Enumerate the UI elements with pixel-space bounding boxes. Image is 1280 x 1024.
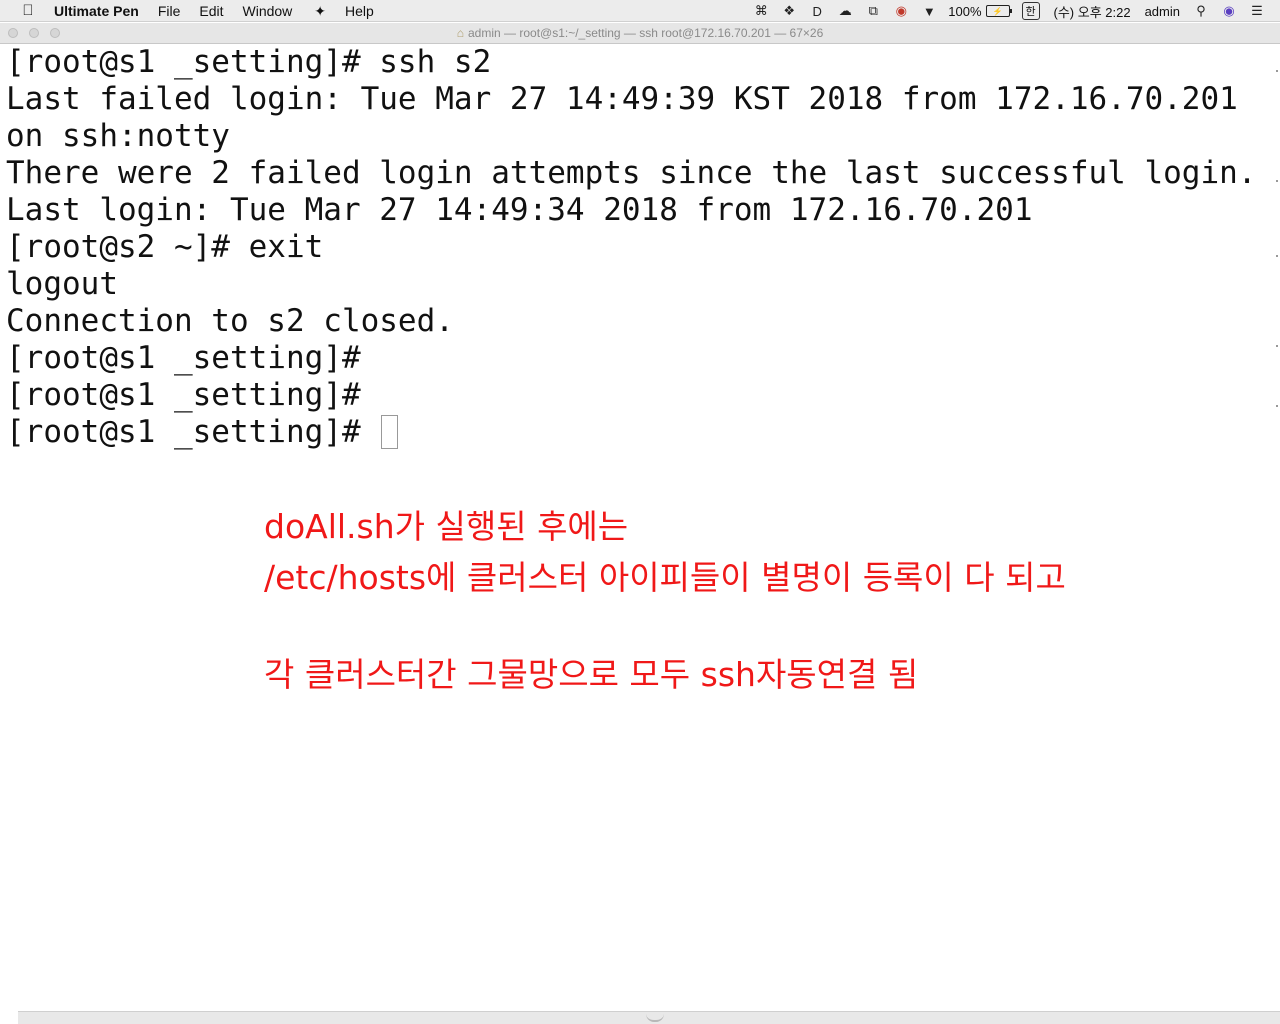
- scroll-marker: [1276, 70, 1278, 72]
- scroll-marker: [1276, 255, 1278, 257]
- input-method-indicator[interactable]: 한: [1021, 2, 1040, 20]
- terminal-line: [root@s1 _setting]# ssh s2: [6, 44, 492, 80]
- window-title-text: admin — root@s1:~/_setting — ssh root@17…: [468, 26, 824, 40]
- terminal-line: [root@s1 _setting]#: [6, 340, 361, 376]
- terminal-line: [root@s2 ~]# exit: [6, 229, 324, 265]
- terminal-line: Last failed login: Tue Mar 27 14:49:39 K…: [6, 81, 1238, 117]
- resize-grip-icon[interactable]: [646, 1014, 664, 1022]
- annotation-line: 각 클러스터간 그물망으로 모두 ssh자동연결 됨: [264, 655, 919, 694]
- wifi-icon[interactable]: ▼: [920, 3, 938, 19]
- scroll-marker: [1276, 180, 1278, 182]
- terminal-line: logout: [6, 266, 118, 302]
- terminal-line: [root@s1 _setting]#: [6, 377, 361, 413]
- menu-edit[interactable]: Edit: [199, 0, 223, 22]
- terminal-prompt-line[interactable]: [root@s1 _setting]#: [6, 414, 1274, 451]
- window-title: ⌂ admin — root@s1:~/_setting — ssh root@1…: [0, 23, 1280, 44]
- battery-icon[interactable]: ⚡: [985, 5, 1012, 17]
- menu-file[interactable]: File: [158, 0, 181, 22]
- annotation-line: doAll.sh가 실행된 후에는: [264, 507, 629, 546]
- terminal-line: Connection to s2 closed.: [6, 303, 454, 339]
- apple-logo-icon[interactable]: : [18, 1, 38, 21]
- terminal-line: on ssh:notty: [6, 118, 230, 154]
- annotation-line: /etc/hosts에 클러스터 아이피들이 별명이 등록이 다 되고: [264, 558, 1066, 597]
- cloud-icon[interactable]: ☁: [836, 3, 854, 19]
- terminal-output[interactable]: [root@s1 _setting]# ssh s2 Last failed l…: [6, 44, 1274, 451]
- dropbox-icon[interactable]: ❖: [780, 3, 798, 19]
- notification-center-icon[interactable]: ☰: [1248, 3, 1266, 19]
- d-app-icon[interactable]: D: [808, 3, 826, 19]
- scroll-marker: [1276, 345, 1278, 347]
- terminal-prompt: [root@s1 _setting]#: [6, 414, 380, 450]
- terminal-line: There were 2 failed login attempts since…: [6, 155, 1257, 191]
- menu-window[interactable]: Window: [243, 0, 293, 22]
- command-key-icon[interactable]: ⌘: [752, 3, 770, 19]
- window-bottom-edge: [18, 1011, 1280, 1024]
- script-menu-icon[interactable]: ✦: [314, 0, 326, 22]
- clock[interactable]: (수) 오후 2:22: [1054, 2, 1131, 21]
- battery-percent: 100%: [948, 3, 982, 19]
- user-name[interactable]: admin: [1145, 4, 1180, 19]
- menu-bar:  Ultimate Pen File Edit Window ✦ Help ⌘…: [0, 0, 1280, 22]
- scroll-marker: [1276, 405, 1278, 407]
- text-cursor: [381, 415, 399, 449]
- terminal-line: Last login: Tue Mar 27 14:49:34 2018 fro…: [6, 192, 1033, 228]
- siri-icon[interactable]: ◉: [1220, 3, 1238, 19]
- record-icon[interactable]: ◉: [892, 3, 910, 19]
- home-folder-icon: ⌂: [456, 26, 464, 40]
- menu-help[interactable]: Help: [345, 0, 374, 22]
- menu-app-name[interactable]: Ultimate Pen: [54, 0, 139, 22]
- window-title-bar: ⌂ admin — root@s1:~/_setting — ssh root@1…: [0, 23, 1280, 44]
- windows-overlap-icon[interactable]: ⧉: [864, 3, 882, 19]
- status-area: ⌘ ❖ D ☁ ⧉ ◉ ▼ 100% ⚡ 한 (수) 오후 2:22 admin…: [742, 0, 1280, 22]
- spotlight-search-icon[interactable]: ⚲: [1192, 3, 1210, 19]
